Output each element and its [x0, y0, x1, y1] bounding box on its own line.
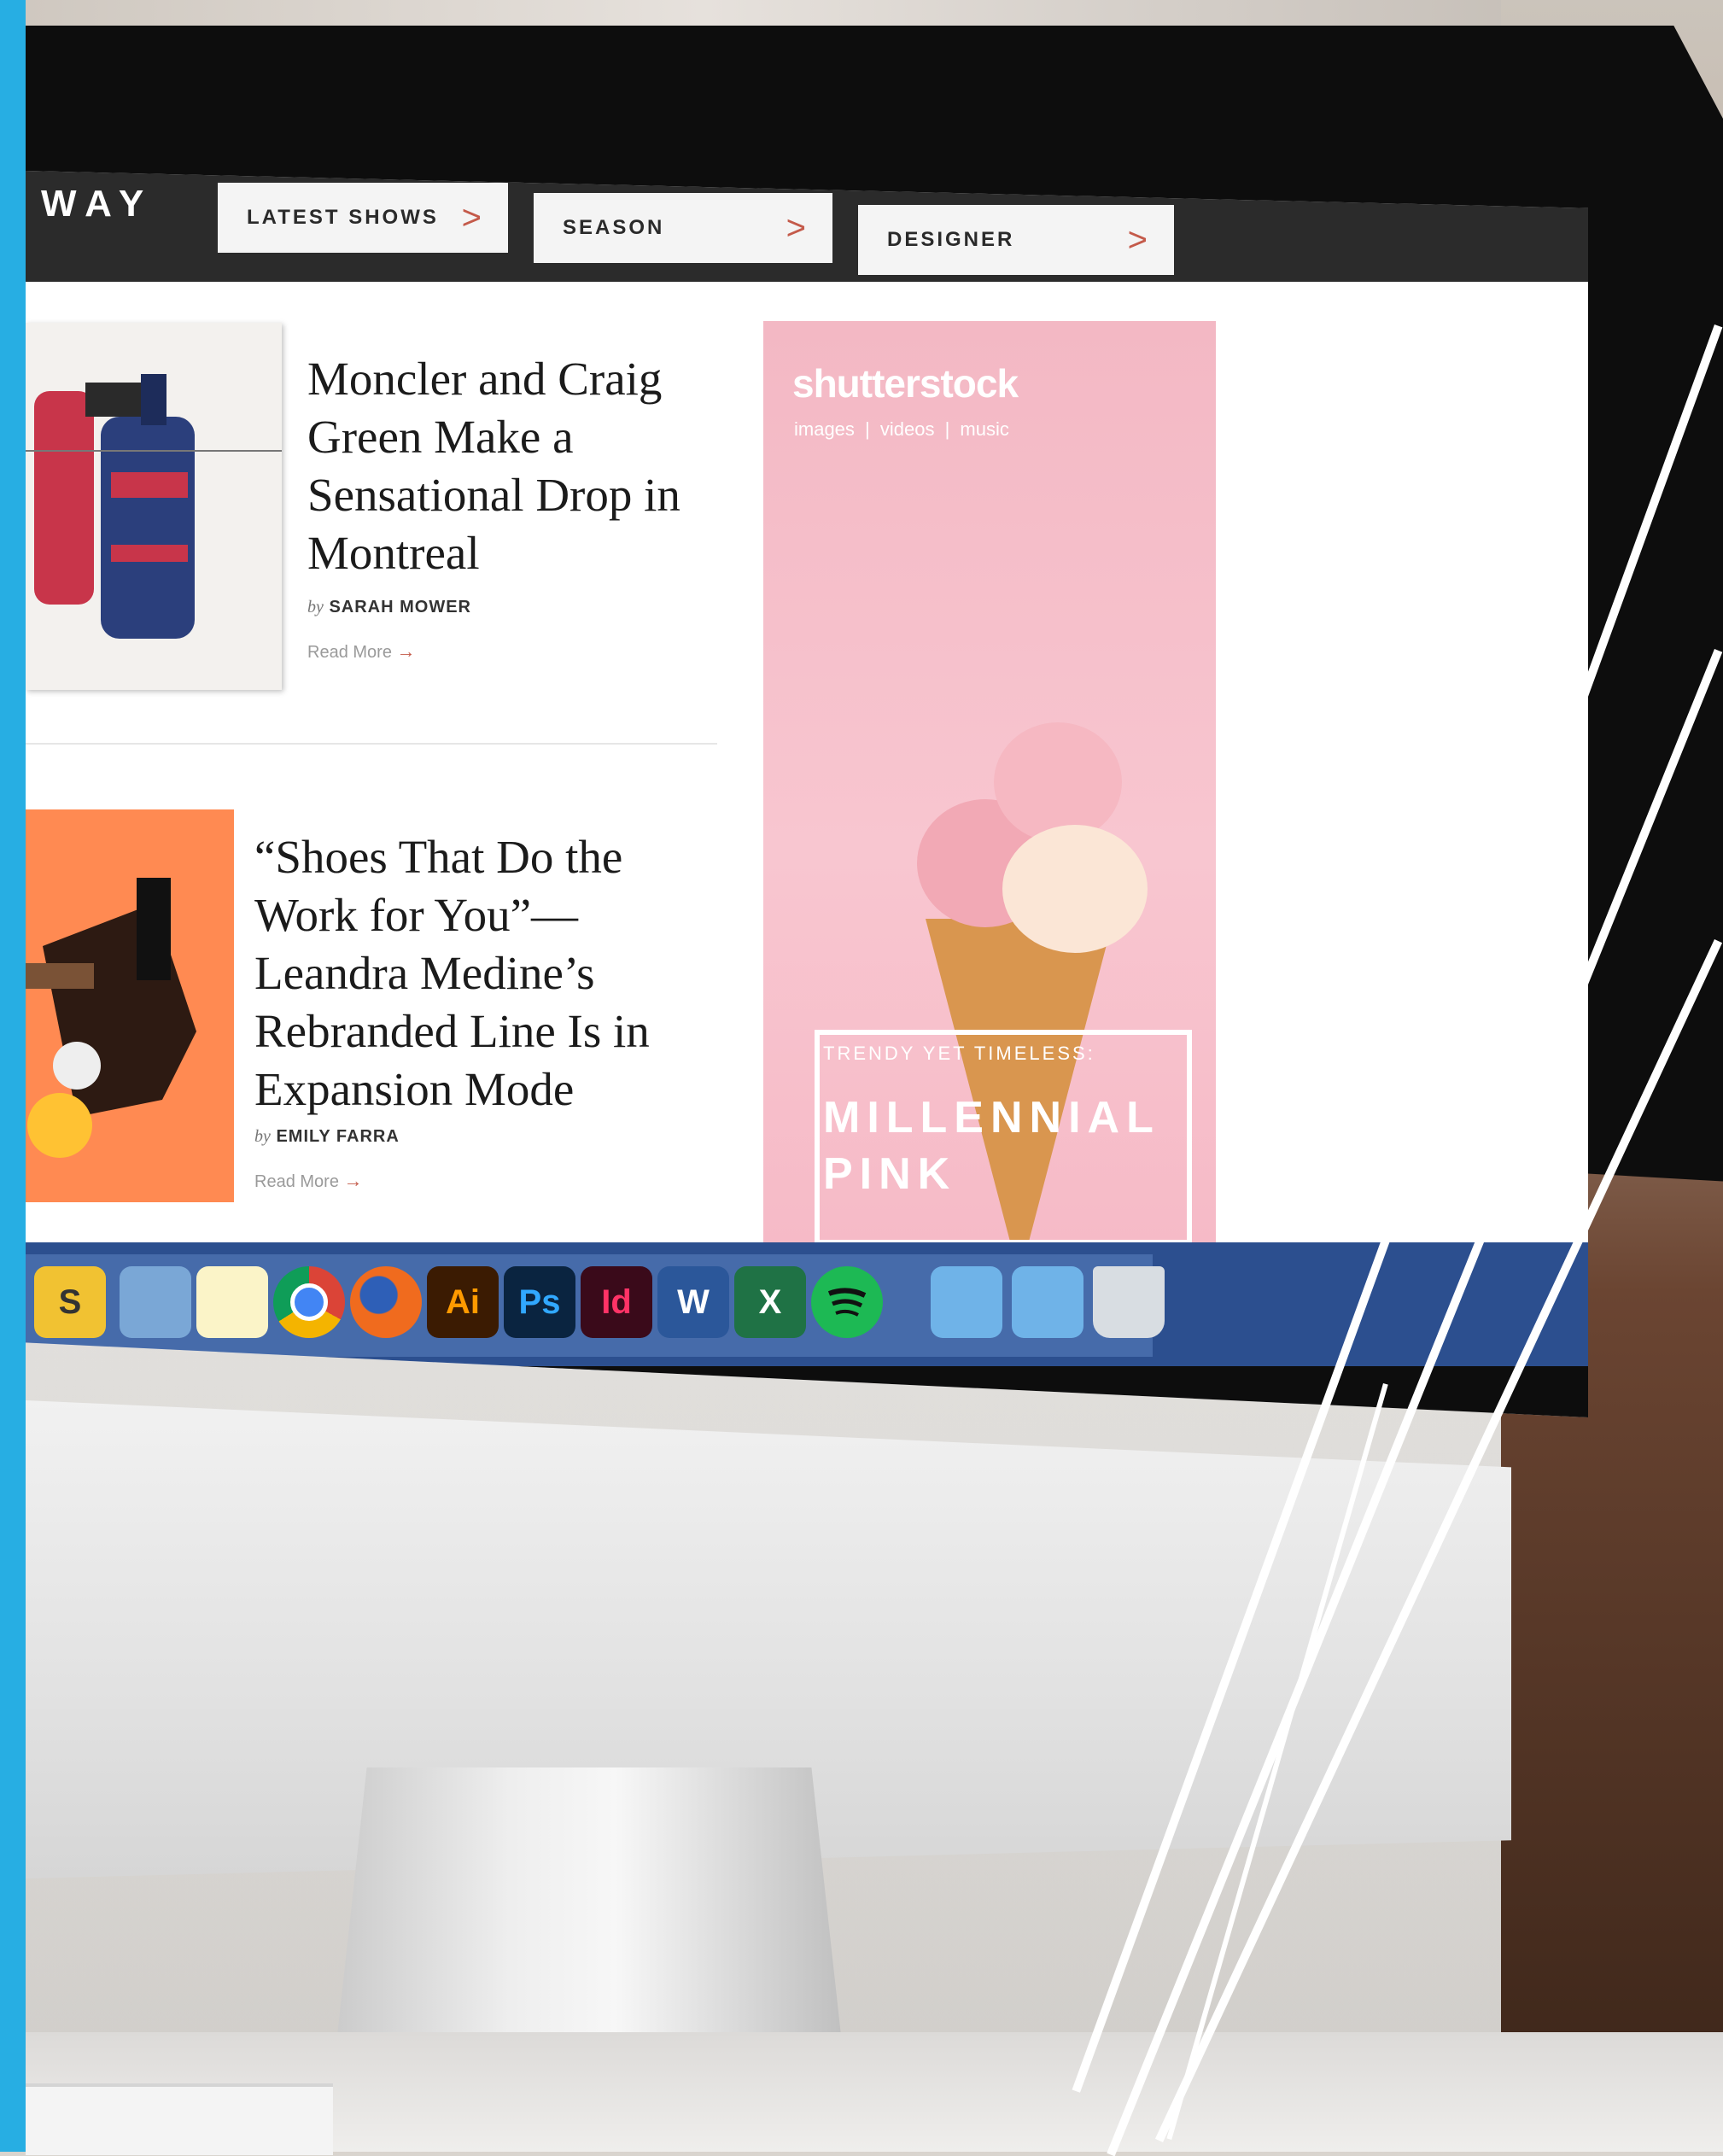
- byline-prefix: by: [254, 1127, 271, 1146]
- notes-icon[interactable]: [196, 1266, 268, 1338]
- author-name[interactable]: SARAH MOWER: [329, 598, 471, 616]
- arrow-right-icon: →: [396, 640, 416, 662]
- screen-bottom-edge: [26, 1366, 1588, 1417]
- article-headline[interactable]: Moncler and Craig Green Make a Sensation…: [307, 350, 683, 582]
- nav-season-button[interactable]: SEASON >: [534, 193, 832, 263]
- article-thumbnail[interactable]: [26, 323, 282, 690]
- nav-button-label: SEASON: [563, 216, 665, 239]
- ad-brand-logo: shutterstock: [792, 361, 1019, 406]
- nav-designer-button[interactable]: DESIGNER >: [858, 205, 1174, 275]
- read-more-link[interactable]: Read More →: [307, 640, 416, 663]
- article-thumbnail[interactable]: [26, 809, 234, 1202]
- chrome-icon[interactable]: [273, 1266, 345, 1338]
- slides-icon[interactable]: S: [34, 1266, 106, 1338]
- jacket-sketch-image: [26, 374, 282, 639]
- ad-headline: MILLENNIAL PINK: [823, 1093, 1159, 1199]
- shoe-image: [26, 878, 196, 1158]
- read-more-label: Read More: [254, 1172, 339, 1191]
- read-more-link[interactable]: Read More →: [254, 1170, 363, 1192]
- nav-button-label: LATEST SHOWS: [247, 206, 439, 229]
- trash-icon[interactable]: [1093, 1266, 1165, 1338]
- word-icon[interactable]: W: [657, 1266, 729, 1338]
- dropbox-folder-icon[interactable]: [1012, 1266, 1083, 1338]
- firefox-icon[interactable]: [350, 1266, 422, 1338]
- photoshop-icon[interactable]: Ps: [504, 1266, 575, 1338]
- ice-cream-scoop: [1002, 825, 1148, 953]
- icon-glyph: Id: [601, 1282, 632, 1321]
- icon-glyph: X: [758, 1282, 782, 1321]
- ad-kicker: TRENDY YET TIMELESS:: [823, 1043, 1095, 1064]
- keyboard: [26, 2083, 333, 2155]
- icon-glyph: S: [58, 1282, 82, 1321]
- downloads-folder-icon[interactable]: [931, 1266, 1002, 1338]
- nav-latest-shows-button[interactable]: LATEST SHOWS >: [218, 183, 508, 253]
- site-logo[interactable]: WAY: [41, 183, 154, 225]
- article-headline[interactable]: “Shoes That Do the Work for You”— Leandr…: [254, 828, 656, 1119]
- read-more-label: Read More: [307, 643, 392, 662]
- illustrator-icon[interactable]: Ai: [427, 1266, 499, 1338]
- arrow-right-icon: →: [343, 1170, 363, 1191]
- icon-glyph: Ps: [518, 1282, 561, 1321]
- dock: S Ai Ps Id W X: [26, 1242, 1588, 1370]
- excel-icon[interactable]: X: [734, 1266, 806, 1338]
- chevron-right-icon: >: [1127, 220, 1150, 259]
- screen: WAY LATEST SHOWS > SEASON > DESIGNER > M…: [26, 171, 1588, 1417]
- chevron-right-icon: >: [786, 208, 809, 247]
- shutterstock-ad[interactable]: shutterstock images | videos | music TRE…: [763, 321, 1216, 1286]
- ice-cream-scoop: [994, 722, 1122, 842]
- author-name[interactable]: EMILY FARRA: [276, 1127, 399, 1146]
- chrome-center: [290, 1283, 328, 1321]
- article-byline: by SARAH MOWER: [307, 598, 471, 617]
- icon-glyph: W: [677, 1282, 710, 1321]
- chevron-right-icon: >: [461, 198, 484, 237]
- spotify-icon[interactable]: [811, 1266, 883, 1338]
- ad-tagline: images | videos | music: [794, 418, 1009, 440]
- article-divider: [26, 743, 717, 745]
- byline-prefix: by: [307, 598, 324, 616]
- indesign-icon[interactable]: Id: [581, 1266, 652, 1338]
- spotify-waves: [827, 1288, 867, 1317]
- mail-icon[interactable]: [120, 1266, 191, 1338]
- frame-border: [0, 0, 26, 2152]
- nav-button-label: DESIGNER: [887, 228, 1015, 251]
- article-byline: by EMILY FARRA: [254, 1127, 400, 1147]
- icon-glyph: Ai: [446, 1282, 480, 1321]
